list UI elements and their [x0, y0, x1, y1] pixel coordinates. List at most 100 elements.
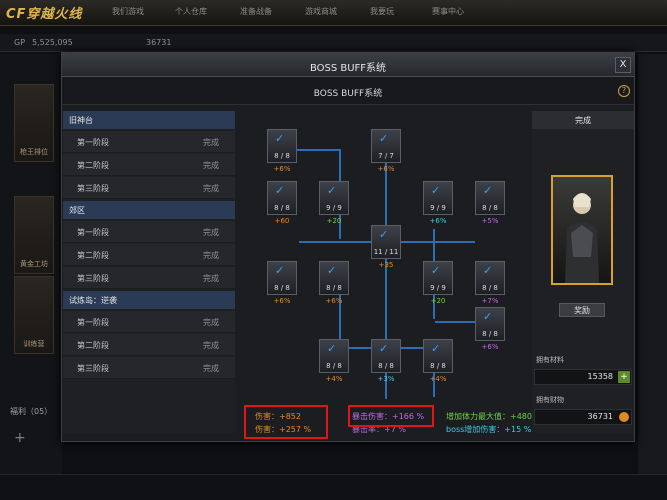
boss-buff-dialog: BOSS BUFF系统 X BOSS BUFF系统 ? 旧神台 第一阶段 完成 第… [61, 52, 635, 442]
sidebar-card-training[interactable]: 训练营 [14, 276, 54, 354]
sidebar-card-label: 训练营 [23, 340, 45, 348]
buff-node[interactable]: ✓ 8 / 8 +6% [319, 261, 349, 307]
reward-panel: 完成 奖励 拥有材料 15358 + 拥有财物 36731 [532, 111, 634, 433]
buff-count: 9 / 9 [326, 204, 342, 212]
category-header-2[interactable]: 郊区 [63, 201, 235, 219]
stage-status: 完成 [203, 274, 219, 283]
stage-row[interactable]: 第一阶段 完成 [63, 131, 235, 153]
stage-status: 完成 [203, 364, 219, 373]
stage-row[interactable]: 第二阶段 完成 [63, 244, 235, 266]
stage-row[interactable]: 第二阶段 完成 [63, 334, 235, 356]
close-icon[interactable]: X [615, 57, 631, 73]
buff-node[interactable]: ✓ 9 / 9 +20 [319, 181, 349, 227]
gp-icon: GP [14, 38, 26, 47]
nav-tab-6[interactable]: 赛事中心 [432, 6, 464, 20]
materials-label: 拥有材料 [536, 356, 564, 364]
check-icon: ✓ [483, 310, 493, 323]
connector-line [435, 321, 479, 323]
buff-node[interactable]: ✓ 8 / 8 +60 [267, 181, 297, 227]
sidebar-card-rank[interactable]: 枪王排位 [14, 84, 54, 162]
add-materials-icon[interactable]: + [618, 371, 630, 383]
category-header-3[interactable]: 试炼岛：逆袭 [63, 291, 235, 309]
buff-count: 11 / 11 [373, 248, 399, 256]
nav-tab-3[interactable]: 准备战备 [240, 6, 272, 20]
buff-node[interactable]: ✓ 8 / 8 +3% [371, 339, 401, 385]
buff-value: +6% [325, 297, 343, 305]
stage-row[interactable]: 第二阶段 完成 [63, 154, 235, 176]
stage-status: 完成 [203, 228, 219, 237]
stage-row[interactable]: 第一阶段 完成 [63, 221, 235, 243]
buff-count: 8 / 8 [326, 362, 342, 370]
top-navigation-bar: CF穿越火线 我们游戏 个人仓库 准备战备 游戏商城 我要玩 赛事中心 [0, 0, 667, 26]
buff-node[interactable]: ✓ 8 / 8 +7% [475, 261, 505, 307]
highlight-box [348, 405, 434, 427]
buff-value: +4% [429, 375, 447, 383]
buff-node[interactable]: ✓ 9 / 9 +6% [423, 181, 453, 227]
check-icon: ✓ [379, 342, 389, 355]
buff-node[interactable]: ✓ 8 / 8 +4% [423, 339, 453, 385]
buff-value: +6% [429, 217, 447, 225]
materials-field: 15358 + [534, 369, 632, 385]
nav-tab-1[interactable]: 我们游戏 [112, 6, 144, 20]
check-icon: ✓ [275, 184, 285, 197]
nav-tab-4[interactable]: 游戏商城 [305, 6, 337, 20]
buff-value: +60 [274, 217, 290, 225]
currency-bar: GP 5,525,095 36731 [0, 34, 667, 52]
stage-status: 完成 [203, 251, 219, 260]
buff-count: 8 / 8 [482, 204, 498, 212]
buff-value: +3% [377, 375, 395, 383]
buff-node[interactable]: ✓ 9 / 9 +20 [423, 261, 453, 307]
buff-tree: ✓ 8 / 8 +6% ✓ 7 / 7 +6% ✓ 8 / 8 +60 ✓ 9 / 9 +20 … [237, 111, 530, 411]
stage-name: 第三阶段 [77, 274, 109, 283]
buff-value: +6% [377, 165, 395, 173]
claim-reward-button[interactable]: 奖励 [559, 303, 605, 317]
buff-count: 8 / 8 [274, 204, 290, 212]
nav-tab-5[interactable]: 我要玩 [370, 6, 394, 20]
buff-count: 8 / 8 [430, 362, 446, 370]
buff-node[interactable]: ✓ 8 / 8 +6% [475, 307, 505, 353]
highlight-box [244, 405, 328, 439]
buff-node[interactable]: ✓ 7 / 7 +6% [371, 129, 401, 175]
stage-row[interactable]: 第三阶段 完成 [63, 267, 235, 289]
stage-row[interactable]: 第一阶段 完成 [63, 311, 235, 333]
character-card-image [551, 175, 613, 285]
buff-count: 8 / 8 [326, 284, 342, 292]
points-value: 36731 [146, 38, 172, 47]
materials-value: 15358 [587, 372, 613, 381]
help-icon[interactable]: ? [618, 85, 630, 97]
sidebar-card-label: 黄金工坊 [20, 260, 48, 268]
right-background-strip [638, 54, 667, 500]
buff-node[interactable]: ✓ 8 / 8 +4% [319, 339, 349, 385]
check-icon: ✓ [379, 132, 389, 145]
character-portrait-icon [565, 193, 599, 283]
nav-tab-2[interactable]: 个人仓库 [175, 6, 207, 20]
check-icon: ✓ [483, 184, 493, 197]
left-sidebar: 枪王排位 黄金工坊 训练营 福利（05） + [0, 54, 62, 500]
money-value: 5,525,095 [32, 38, 73, 47]
plus-icon[interactable]: + [14, 430, 26, 446]
buff-value: +20 [326, 217, 342, 225]
stage-row[interactable]: 第三阶段 完成 [63, 177, 235, 199]
dialog-titlebar: BOSS BUFF系统 X [62, 53, 634, 77]
stage-row[interactable]: 第三阶段 完成 [63, 357, 235, 379]
buff-node[interactable]: ✓ 8 / 8 +6% [267, 129, 297, 175]
buff-count: 8 / 8 [378, 362, 394, 370]
sidebar-card-workshop[interactable]: 黄金工坊 [14, 196, 54, 274]
dialog-title: BOSS BUFF系统 [309, 63, 387, 74]
buff-count: 8 / 8 [274, 152, 290, 160]
reward-header: 完成 [532, 111, 634, 129]
buff-node[interactable]: ✓ 8 / 8 +5% [475, 181, 505, 227]
wealth-value: 36731 [587, 412, 613, 421]
buff-value: +5% [481, 217, 499, 225]
stage-name: 第一阶段 [77, 318, 109, 327]
stage-name: 第二阶段 [77, 251, 109, 260]
stage-name: 第三阶段 [77, 364, 109, 373]
buff-value: +7% [481, 297, 499, 305]
buff-node[interactable]: ✓ 8 / 8 +6% [267, 261, 297, 307]
category-header-1[interactable]: 旧神台 [63, 111, 235, 129]
stage-name: 第二阶段 [77, 161, 109, 170]
coin-icon [619, 412, 629, 422]
buff-count: 9 / 9 [430, 204, 446, 212]
stage-name: 第三阶段 [77, 184, 109, 193]
buff-node[interactable]: ✓ 11 / 11 +35 [371, 225, 401, 271]
